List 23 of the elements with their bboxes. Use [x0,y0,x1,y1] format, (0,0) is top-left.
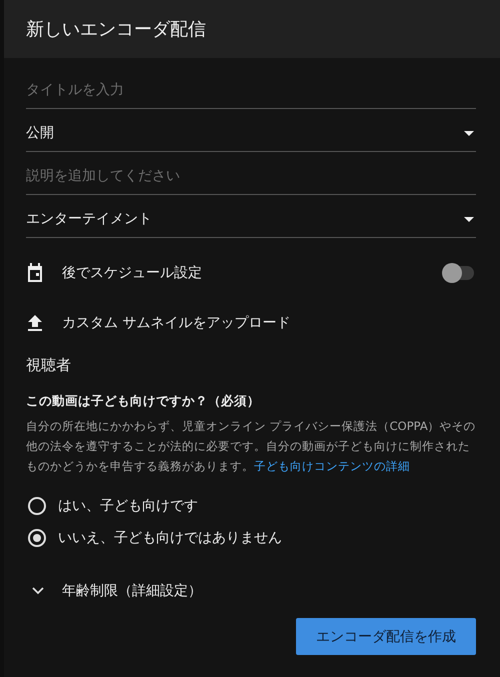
create-button[interactable]: エンコーダ配信を作成 [296,618,476,655]
text-field[interactable]: 説明を追加してください [26,152,476,195]
radio-label: はい、子ども向けです [58,497,198,515]
radio-button[interactable] [28,529,46,547]
schedule-label: 後でスケジュール設定 [62,264,203,282]
radio-label: いいえ、子ども向けではありません [58,529,282,547]
age-restriction-label[interactable]: 年齢制限（詳細設定） [62,582,476,600]
dropdown-caret-icon [464,216,474,222]
dropdown-field[interactable]: エンターテイメント [26,195,476,238]
question-text: この動画は子ども向けですか？（必須） [26,393,261,410]
section-heading: 視聴者 [26,356,72,375]
calendar-icon [26,263,44,283]
text-field[interactable]: タイトルを入力 [26,66,476,109]
dialog-title: 新しいエンコーダ配信 [26,18,206,41]
learn-more-link[interactable]: 子ども向けコンテンツの詳細 [254,459,410,473]
dropdown-caret-icon [464,130,474,136]
dropdown-field[interactable]: 公開 [26,109,476,152]
upload-icon [26,314,44,332]
upload-thumbnail-link[interactable]: カスタム サムネイルをアップロード [62,314,476,332]
description-text: 自分の所在地にかかわらず、児童オンライン プライバシー保護法（COPPA）やその他の法令を遵守することが法的に必要です。自分の動画が子ども向けに制作されたものかどうかを申告する義務があります。子ども向けコンテンツの詳細 [26,418,476,475]
chevron-icon[interactable] [32,587,44,595]
schedule-toggle[interactable] [444,266,474,280]
radio-button[interactable] [28,497,46,515]
